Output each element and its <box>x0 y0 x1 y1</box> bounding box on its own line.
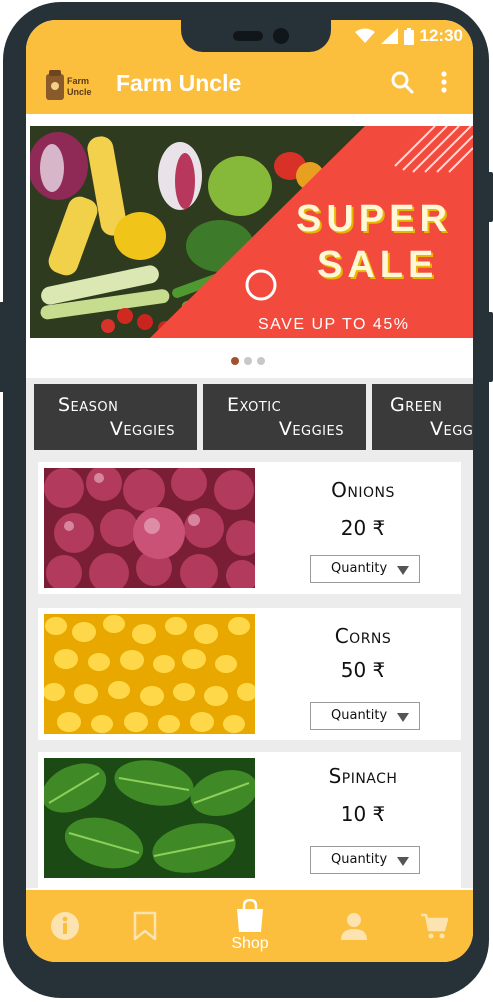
shopping-bag-icon <box>237 899 263 932</box>
wifi-icon <box>354 28 375 43</box>
promo-banner[interactable]: SUPER SALE SAVE UP TO 45% <box>30 126 473 338</box>
category-label-line2: Veggi <box>430 418 473 440</box>
phone-side-button-right-lower <box>487 312 493 382</box>
nav-cart[interactable] <box>419 890 449 962</box>
product-image-onions <box>44 468 255 588</box>
app-title: Farm Uncle <box>116 70 242 96</box>
nav-info[interactable] <box>48 890 82 962</box>
nav-shop-label: Shop <box>231 935 269 952</box>
status-time: 12:30 <box>419 26 463 45</box>
product-price: 20 ₹ <box>340 516 386 540</box>
camera-notch <box>181 20 331 52</box>
quantity-dropdown-label: Quantity <box>331 561 388 576</box>
category-label-line1: Season <box>58 394 119 416</box>
status-bar: 12:30 <box>26 20 473 52</box>
cart-icon <box>421 913 448 939</box>
nav-shop[interactable]: Shop <box>222 890 278 962</box>
quantity-dropdown[interactable]: Quantity <box>310 702 420 730</box>
category-season-veggies[interactable]: Season Veggies <box>34 384 197 450</box>
banner-subtext: SAVE UP TO 45% <box>258 316 410 333</box>
svg-text:Farm: Farm <box>67 76 89 86</box>
product-image-corns <box>44 614 255 734</box>
product-card-onions[interactable]: Onions 20 ₹ Quantity <box>38 462 461 594</box>
carousel-dot-3[interactable] <box>257 357 265 365</box>
product-card-corns[interactable]: Corns 50 ₹ Quantity <box>38 608 461 740</box>
nav-bookmarks[interactable] <box>132 890 158 962</box>
product-name: Corns <box>334 624 392 648</box>
carousel-dot-2[interactable] <box>244 357 252 365</box>
banner-headline-super: SUPER <box>296 198 452 240</box>
carousel-indicator[interactable] <box>231 357 265 365</box>
category-strip: Season Veggies Exotic Veggies Green Vegg… <box>26 378 473 458</box>
category-label-line2: Veggies <box>278 418 344 440</box>
search-icon[interactable] <box>390 70 414 94</box>
farm-uncle-logo: Farm Uncle <box>46 70 92 100</box>
phone-side-button-left <box>0 302 5 392</box>
more-options-icon[interactable] <box>440 70 448 94</box>
nav-profile[interactable] <box>340 890 368 962</box>
quantity-dropdown[interactable]: Quantity <box>310 846 420 874</box>
category-label-line1: Green <box>390 394 443 416</box>
speaker-grille <box>233 31 263 41</box>
phone-screen: 12:30 Farm Uncle Farm Uncle SUPER SALE S… <box>26 20 473 962</box>
category-label-line2: Veggies <box>109 418 175 440</box>
svg-text:Uncle: Uncle <box>67 87 92 97</box>
quantity-dropdown-label: Quantity <box>331 852 388 867</box>
product-price: 10 ₹ <box>340 802 386 826</box>
person-icon <box>341 913 367 940</box>
bottom-navigation: Shop <box>26 890 473 962</box>
category-label-line1: Exotic <box>227 394 282 416</box>
front-camera <box>273 28 289 44</box>
product-price: 50 ₹ <box>340 658 386 682</box>
product-image-spinach <box>44 758 255 878</box>
category-green-veggies[interactable]: Green Veggi <box>372 384 473 450</box>
dropdown-arrow-icon <box>397 566 409 575</box>
quantity-dropdown[interactable]: Quantity <box>310 555 420 583</box>
product-name: Spinach <box>328 764 398 788</box>
product-list: Onions 20 ₹ Quantity Corns 50 ₹ Quantity… <box>26 458 473 888</box>
product-card-spinach[interactable]: Spinach 10 ₹ Quantity <box>38 752 461 888</box>
battery-icon <box>403 27 414 45</box>
carousel-dot-1[interactable] <box>231 357 239 365</box>
product-name: Onions <box>331 478 395 502</box>
banner-headline-sale: SALE <box>317 244 439 286</box>
signal-icon <box>380 28 398 44</box>
phone-frame: 12:30 Farm Uncle Farm Uncle SUPER SALE S… <box>0 2 493 998</box>
category-exotic-veggies[interactable]: Exotic Veggies <box>203 384 366 450</box>
quantity-dropdown-label: Quantity <box>331 708 388 723</box>
bookmark-icon <box>133 911 157 941</box>
dropdown-arrow-icon <box>397 713 409 722</box>
phone-side-button-right-upper <box>487 172 493 222</box>
status-icons: 12:30 <box>354 26 463 46</box>
app-bar: Farm Uncle Farm Uncle <box>26 52 473 114</box>
info-icon <box>51 912 79 940</box>
dropdown-arrow-icon <box>397 857 409 866</box>
